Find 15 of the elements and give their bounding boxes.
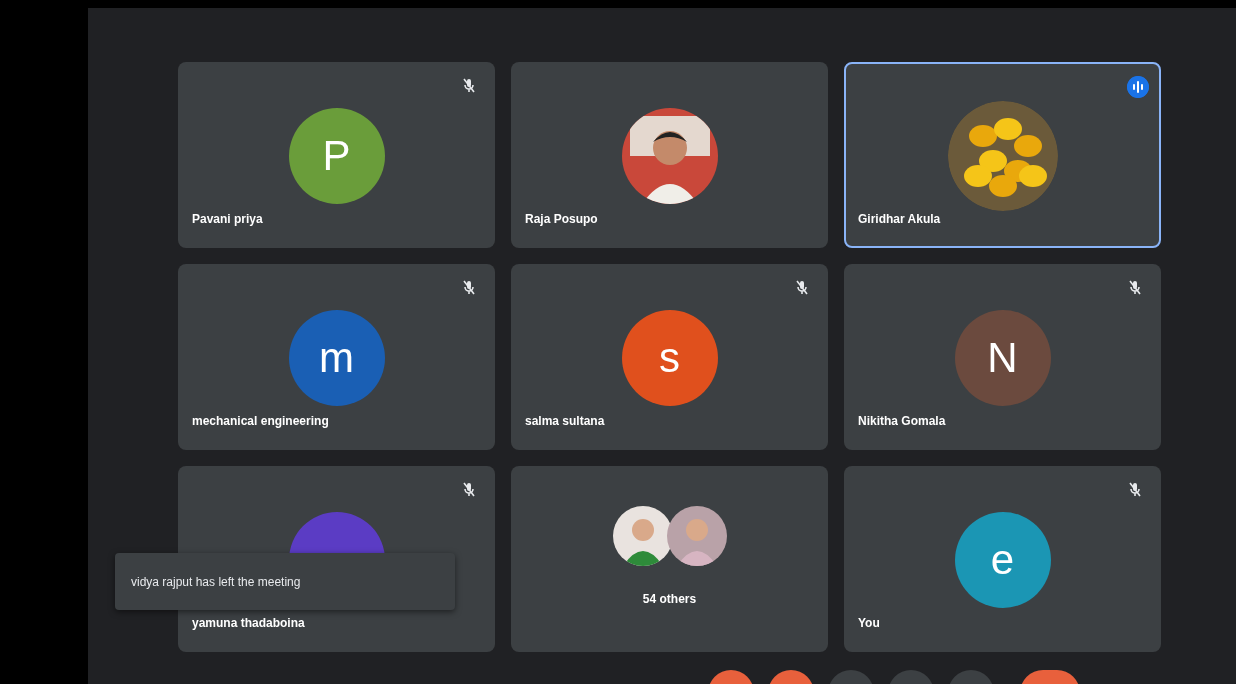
participant-name: yamuna thadaboina [192,616,305,630]
participant-name: mechanical engineering [192,414,329,428]
avatar-letter: P [322,135,351,177]
notification-text: vidya rajput has left the meeting [131,574,301,589]
participant-name: Raja Posupo [525,212,598,226]
avatar-letter: s [659,337,680,379]
participant-name: Giridhar Akula [858,212,941,226]
participant-name: You [858,616,880,630]
participant-name: 54 others [642,592,697,606]
participant-name: Nikitha Gomala [858,414,946,428]
participant-name: salma sultana [525,414,605,428]
avatar-letter: m [319,337,354,379]
avatar-letter: e [990,539,1015,581]
participant-name: Pavani priya [192,212,263,226]
avatar-letter: N [987,337,1018,379]
